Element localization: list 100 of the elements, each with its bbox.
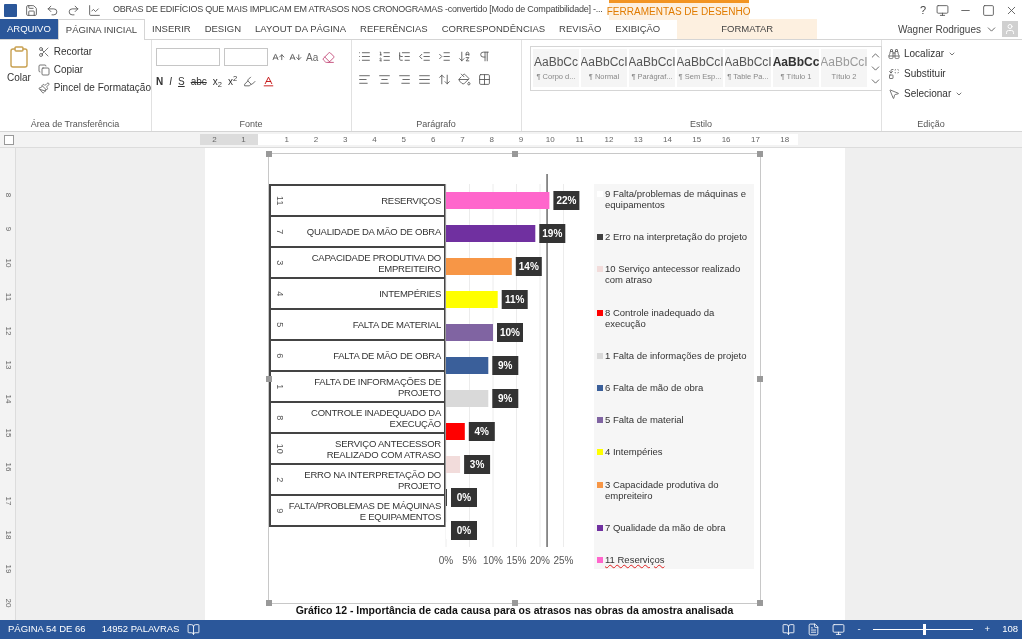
value-label: 9% (492, 356, 519, 375)
web-layout-icon[interactable] (832, 623, 846, 636)
zoom-slider-thumb[interactable] (922, 624, 926, 635)
row-number: 9 (273, 507, 286, 515)
restore-icon[interactable] (982, 3, 995, 17)
axis-tick-label: 20% (530, 555, 550, 566)
replace-icon[interactable] (888, 67, 900, 80)
ribbon-tab[interactable]: INSERIR (145, 19, 198, 39)
ribbon-tab[interactable]: REFERÊNCIAS (353, 19, 435, 39)
resize-handle[interactable] (511, 151, 518, 157)
font-size-field[interactable] (224, 48, 268, 66)
borders-icon[interactable] (478, 73, 491, 86)
group-label: Edição (916, 117, 946, 131)
value-label: 3% (464, 455, 491, 474)
format-button[interactable]: N (156, 74, 164, 89)
align-right-icon[interactable] (398, 73, 411, 86)
ribbon-tab[interactable]: DESIGN (197, 19, 249, 39)
ruler-number: 8 (488, 133, 495, 146)
legend-label: 3 Capacidade produtiva do empreiteiro (605, 478, 720, 501)
zoom-in-button[interactable]: + (984, 622, 991, 637)
font-color-icon[interactable] (262, 75, 276, 88)
outdent-icon[interactable] (418, 50, 431, 63)
format-button[interactable]: x$_{2}$ (212, 74, 222, 89)
ruler-number: 9 (517, 133, 525, 146)
editing-button[interactable]: Localizar (888, 46, 982, 61)
paste-button[interactable]: Colar (4, 44, 34, 118)
format-button[interactable]: abc (190, 74, 207, 89)
cursor-icon[interactable] (888, 87, 900, 100)
clipboard-button[interactable]: Recortar (37, 44, 151, 59)
ribbon-display-icon[interactable] (936, 3, 949, 17)
page-count[interactable]: PÁGINA 54 DE 66 (8, 622, 86, 637)
ribbon-tab[interactable]: FORMATAR (677, 19, 818, 39)
binoculars-icon[interactable] (888, 47, 900, 60)
pilcrow-icon[interactable] (478, 50, 491, 63)
print-layout-icon[interactable] (807, 623, 821, 636)
indent-icon[interactable] (438, 50, 451, 63)
bullet-list-icon[interactable] (358, 50, 371, 63)
value-label: 11% (501, 290, 528, 309)
scissors-icon[interactable] (37, 45, 50, 58)
sort-icon[interactable] (458, 50, 471, 63)
align-left-icon[interactable] (358, 73, 371, 86)
copy-icon[interactable] (37, 63, 50, 76)
format-button[interactable]: S (178, 74, 185, 89)
word-count[interactable]: 14952 PALAVRAS (101, 622, 180, 637)
category-label: CAPACIDADE PRODUTIVA DO EMPREITEIRO (310, 251, 441, 274)
word-app-icon[interactable] (4, 3, 17, 17)
resize-handle[interactable] (757, 151, 763, 157)
data-label: 19% (542, 228, 563, 239)
zoom-out-button[interactable]: - (857, 622, 861, 637)
font-name-field[interactable] (156, 48, 220, 66)
highlighter-icon[interactable] (243, 75, 257, 88)
resize-handle[interactable] (266, 600, 272, 606)
row-number: 6 (273, 352, 286, 360)
multilevel-list-icon[interactable] (398, 50, 411, 63)
row-number: 4 (273, 290, 286, 298)
chart-frame[interactable] (268, 153, 761, 604)
user-name[interactable]: Wagner Rodrigues (898, 21, 981, 37)
change-case-button[interactable]: Aa (306, 49, 319, 65)
format-button[interactable]: x$^{2}$ (228, 74, 238, 89)
resize-handle[interactable] (266, 375, 272, 382)
chart-icon[interactable] (88, 3, 101, 17)
ribbon-tab[interactable]: LAYOUT DA PÁGINA (248, 19, 354, 39)
ribbon-tab[interactable]: PÁGINA INICIAL (57, 19, 146, 40)
save-icon[interactable] (25, 3, 38, 17)
redo-icon[interactable] (67, 3, 80, 17)
numbered-list-icon[interactable] (378, 50, 391, 63)
resize-handle[interactable] (757, 375, 763, 382)
ribbon-tab[interactable]: ARQUIVO (0, 19, 58, 39)
ruler-number: 18 (779, 133, 791, 146)
format-button[interactable]: I (169, 74, 172, 89)
tab-selector[interactable] (4, 134, 14, 145)
proofing-icon[interactable] (187, 623, 201, 636)
eraser-icon[interactable] (322, 50, 336, 64)
read-mode-icon[interactable] (782, 623, 796, 636)
resize-handle[interactable] (757, 600, 763, 606)
data-label: 0% (456, 525, 472, 536)
help-button[interactable]: ? (919, 1, 926, 19)
ribbon-tab[interactable]: CORRESPONDÊNCIAS (434, 19, 553, 39)
editing-button[interactable]: Selecionar (888, 86, 982, 101)
chart-caption: Gráfico 12 - Importância de cada causa para os atrasos nas obras da amostra analisada (295, 603, 734, 618)
resize-handle[interactable] (266, 151, 272, 157)
line-spacing-icon[interactable] (438, 73, 451, 86)
group-label: Área de Transferência (29, 117, 121, 131)
clipboard-button[interactable]: Pincel de Formatação (37, 80, 151, 95)
justify-icon[interactable] (418, 73, 431, 86)
ribbon-tab[interactable]: REVISÃO (552, 19, 609, 39)
undo-icon[interactable] (46, 3, 59, 17)
axis-tick-label: 5% (462, 555, 477, 566)
ruler-number: 17 (749, 133, 761, 146)
clipboard-button[interactable]: Copiar (37, 62, 151, 77)
align-center-icon[interactable] (378, 73, 391, 86)
zoom-level[interactable]: 108 (1002, 622, 1018, 637)
resize-handle[interactable] (511, 600, 518, 606)
ruler-number: 12 (2, 325, 14, 338)
brush-icon[interactable] (37, 81, 50, 94)
category-label: RESERVIÇOS (380, 195, 441, 206)
editing-button[interactable]: Substituir (888, 66, 982, 81)
ribbon-tab[interactable]: EXIBIÇÃO (608, 19, 668, 39)
legend-label: 2 Erro na interpretação do projeto (605, 231, 748, 243)
shading-icon[interactable] (458, 73, 471, 86)
